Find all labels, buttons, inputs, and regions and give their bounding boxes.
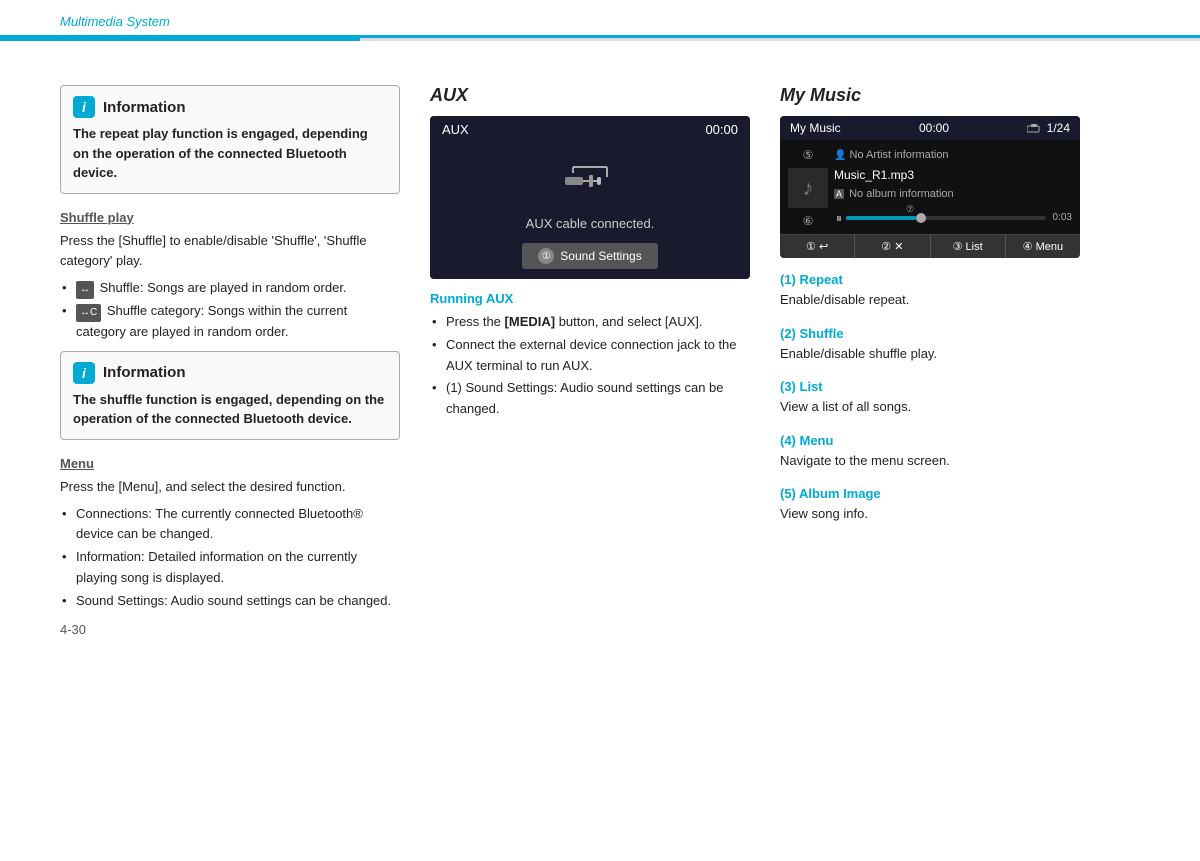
album-info: A No album information — [834, 185, 1072, 204]
menu-bullets: Connections: The currently connected Blu… — [60, 504, 400, 612]
item-repeat-label: (1) Repeat — [780, 272, 1140, 287]
aux-bullet-2: Connect the external device connection j… — [430, 335, 750, 377]
mymusic-screen: My Music 00:00 1/24 ⑤ ♪ ⑥ — [780, 116, 1080, 258]
menu-bullet-1: Connections: The currently connected Blu… — [60, 504, 400, 546]
aux-screen-header: AUX 00:00 — [430, 116, 750, 143]
header-divider — [0, 38, 1200, 41]
circle-7: ⑦ — [906, 202, 914, 217]
page-header: Multimedia System — [0, 0, 1200, 38]
btn-shuffle[interactable]: ② ✕ — [855, 235, 930, 258]
item-menu-desc: Navigate to the menu screen. — [780, 451, 1140, 471]
shuffle-body: Press the [Shuffle] to enable/disable 'S… — [60, 231, 400, 273]
aux-sound-settings-btn[interactable]: ① Sound Settings — [522, 243, 657, 269]
album-art: ♪ — [788, 168, 828, 208]
progress-thumb — [916, 213, 926, 223]
mymusic-track-num: 1/24 — [1027, 121, 1070, 135]
artist-info: 👤 No Artist information — [834, 146, 1072, 165]
aux-label: AUX — [442, 122, 469, 137]
aux-bullet-1: Press the [MEDIA] button, and select [AU… — [430, 312, 750, 333]
info-box-2-text: The shuffle function is engaged, dependi… — [73, 390, 387, 429]
aux-cable-text: AUX cable connected. — [526, 216, 655, 231]
aux-title: AUX — [430, 85, 750, 106]
left-column: i Information The repeat play function i… — [60, 85, 400, 637]
aux-time: 00:00 — [705, 122, 738, 137]
info-box-1-text: The repeat play function is engaged, dep… — [73, 124, 387, 183]
item-list: (3) List View a list of all songs. — [780, 379, 1140, 417]
info-box-2: i Information The shuffle function is en… — [60, 351, 400, 440]
menu-bullet-2: Information: Detailed information on the… — [60, 547, 400, 589]
item-album-label: (5) Album Image — [780, 486, 1140, 501]
main-content: i Information The repeat play function i… — [0, 65, 1200, 657]
item-shuffle-label: (2) Shuffle — [780, 326, 1140, 341]
mymusic-track-info: 👤 No Artist information Music_R1.mp3 A N… — [834, 146, 1072, 228]
mymusic-btn-row: ① ↩ ② ✕ ③ List ④ Menu — [780, 234, 1080, 258]
info-icon-1: i — [73, 96, 95, 118]
mymusic-label: My Music — [790, 121, 841, 135]
shuffle-section-title: Shuffle play — [60, 210, 400, 225]
header-title: Multimedia System — [60, 14, 1140, 35]
menu-bullet-3: Sound Settings: Audio sound settings can… — [60, 591, 400, 612]
btn-list[interactable]: ③ List — [931, 235, 1006, 258]
mymusic-title: My Music — [780, 85, 1140, 106]
item-menu: (4) Menu Navigate to the menu screen. — [780, 433, 1140, 471]
mymusic-side-controls: ⑤ ♪ ⑥ — [788, 146, 828, 228]
shuffle-icon-1: ↔ — [76, 281, 94, 299]
info-box-2-title: i Information — [73, 362, 387, 384]
song-name: Music_R1.mp3 — [834, 165, 1072, 185]
info-box-1-title: i Information — [73, 96, 387, 118]
aux-bullet-3: (1) Sound Settings: Audio sound settings… — [430, 378, 750, 420]
aux-screen-body: AUX cable connected. ① Sound Settings — [430, 143, 750, 279]
menu-body: Press the [Menu], and select the desired… — [60, 477, 400, 498]
sound-btn-num: ① — [538, 248, 554, 264]
pause-btn[interactable]: ⏸ — [834, 208, 844, 228]
item-menu-label: (4) Menu — [780, 433, 1140, 448]
aux-bullets: Press the [MEDIA] button, and select [AU… — [430, 312, 750, 420]
info-box-1: i Information The repeat play function i… — [60, 85, 400, 194]
mymusic-screen-header: My Music 00:00 1/24 — [780, 116, 1080, 140]
music-note-icon: ♪ — [803, 175, 814, 201]
mymusic-circle-6: ⑥ — [803, 214, 814, 228]
item-shuffle: (2) Shuffle Enable/disable shuffle play. — [780, 326, 1140, 364]
item-list-label: (3) List — [780, 379, 1140, 394]
item-repeat-desc: Enable/disable repeat. — [780, 290, 1140, 310]
mymusic-body: ⑤ ♪ ⑥ 👤 No Artist information Music_R1.m… — [780, 140, 1080, 234]
item-shuffle-desc: Enable/disable shuffle play. — [780, 344, 1140, 364]
item-list-desc: View a list of all songs. — [780, 397, 1140, 417]
item-album-desc: View song info. — [780, 504, 1140, 524]
progress-row: ⏸ ⑦ 0:03 — [834, 208, 1072, 228]
item-repeat: (1) Repeat Enable/disable repeat. — [780, 272, 1140, 310]
running-aux-title: Running AUX — [430, 291, 750, 306]
right-column: My Music My Music 00:00 1/24 ⑤ ♪ — [780, 85, 1140, 637]
item-album: (5) Album Image View song info. — [780, 486, 1140, 524]
aux-cable-icon — [565, 163, 615, 206]
shuffle-bullet-2: ↔C Shuffle category: Songs within the cu… — [60, 301, 400, 343]
info-icon-2: i — [73, 362, 95, 384]
progress-bar: ⑦ — [846, 216, 1046, 220]
mymusic-time: 00:00 — [919, 121, 949, 135]
menu-section-title: Menu — [60, 456, 400, 471]
duration-display: 0:03 — [1048, 209, 1072, 226]
shuffle-bullet-1: ↔ Shuffle: Songs are played in random or… — [60, 278, 400, 299]
mymusic-circle-5: ⑤ — [799, 148, 817, 162]
page-number: 4-30 — [60, 622, 400, 637]
btn-menu[interactable]: ④ Menu — [1006, 235, 1080, 258]
shuffle-bullets: ↔ Shuffle: Songs are played in random or… — [60, 278, 400, 343]
aux-screen: AUX 00:00 AUX cab — [430, 116, 750, 279]
shuffle-icon-2: ↔C — [76, 304, 101, 322]
mid-column: AUX AUX 00:00 — [430, 85, 750, 637]
btn-repeat[interactable]: ① ↩ — [780, 235, 855, 258]
